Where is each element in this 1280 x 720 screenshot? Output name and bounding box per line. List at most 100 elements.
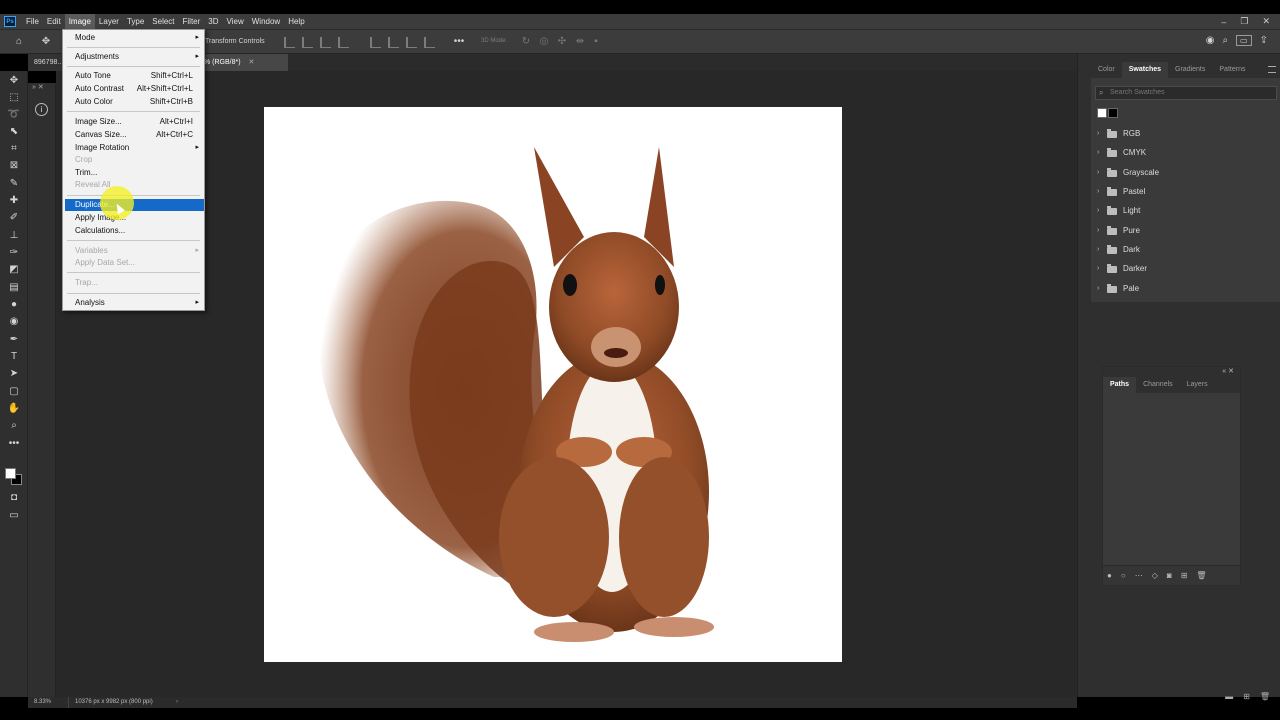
distribute-middle-icon[interactable]	[388, 37, 399, 48]
fill-path-icon[interactable]: ●	[1107, 571, 1112, 580]
trash-icon[interactable]: 🗑	[1260, 692, 1270, 701]
align-right-icon[interactable]	[320, 37, 331, 48]
align-left-icon[interactable]	[284, 37, 295, 48]
menu-file[interactable]: File	[22, 14, 43, 29]
recent-swatch-black[interactable]	[1108, 108, 1118, 118]
minimize-icon[interactable]: –	[1221, 17, 1226, 27]
info-icon[interactable]: i	[35, 103, 48, 116]
document-canvas[interactable]	[264, 107, 842, 662]
frame-icon[interactable]: ⊠	[7, 159, 21, 173]
close-icon[interactable]: ✕	[1262, 16, 1270, 27]
menu-help[interactable]: Help	[284, 14, 308, 29]
menu-filter[interactable]: Filter	[179, 14, 205, 29]
dodge-icon[interactable]: ◉	[7, 315, 21, 329]
home-icon[interactable]: ⌂	[13, 36, 25, 48]
distribute-top-icon[interactable]	[370, 37, 381, 48]
tab-swatches[interactable]: Swatches	[1121, 62, 1169, 78]
recent-swatch-white[interactable]	[1097, 108, 1107, 118]
menu-window[interactable]: Window	[248, 14, 284, 29]
panel-menu-icon[interactable]	[1268, 66, 1276, 73]
tab-channels[interactable]: Channels	[1136, 377, 1180, 393]
menu-item-calculations[interactable]: Calculations...	[63, 225, 204, 237]
tab-close-icon[interactable]: ✕	[249, 59, 255, 66]
menu-item-auto-color[interactable]: Auto Color Shift+Ctrl+B	[63, 96, 204, 108]
menu-3d[interactable]: 3D	[204, 14, 222, 29]
swatch-folder-cmyk[interactable]: › CMYK	[1097, 146, 1146, 160]
menu-item-trim[interactable]: Trim...	[63, 167, 204, 179]
menu-item-adjustments[interactable]: Adjustments ▸	[63, 51, 204, 63]
foreground-color-swatch[interactable]	[5, 468, 16, 479]
menu-item-image-size[interactable]: Image Size... Alt+Ctrl+I	[63, 116, 204, 128]
type-icon[interactable]: T	[7, 350, 21, 364]
load-selection-icon[interactable]: ⋯	[1135, 571, 1143, 580]
3d-camera-icon[interactable]: ▪	[590, 36, 602, 48]
more-options-icon[interactable]: •••	[453, 36, 465, 48]
menu-item-auto-tone[interactable]: Auto Tone Shift+Ctrl+L	[63, 70, 204, 82]
align-center-h-icon[interactable]	[302, 37, 313, 48]
transform-controls-label[interactable]: Transform Controls	[205, 38, 265, 45]
quick-mask-icon[interactable]: ◘	[7, 491, 21, 505]
pen-icon[interactable]: ✒	[7, 333, 21, 347]
brush-icon[interactable]: ✐	[7, 211, 21, 225]
menu-edit[interactable]: Edit	[43, 14, 65, 29]
menu-item-duplicate[interactable]: Duplicate...	[65, 199, 204, 211]
menu-layer[interactable]: Layer	[95, 14, 123, 29]
healing-icon[interactable]: ✚	[7, 194, 21, 208]
crop-icon[interactable]: ⌗	[7, 142, 21, 156]
new-icon[interactable]: ⊞	[1243, 692, 1250, 701]
menu-item-auto-contrast[interactable]: Auto Contrast Alt+Shift+Ctrl+L	[63, 83, 204, 95]
blur-icon[interactable]: ●	[7, 298, 21, 312]
3d-rotate-icon[interactable]: ↻	[520, 36, 532, 48]
delete-path-icon[interactable]: 🗑	[1196, 571, 1206, 580]
zoom-level[interactable]: 8.33%	[34, 697, 51, 708]
3d-slide-icon[interactable]: ⇹	[574, 36, 586, 48]
tab-gradients[interactable]: Gradients	[1168, 62, 1212, 78]
menu-item-image-rotation[interactable]: Image Rotation ▸	[63, 142, 204, 154]
swatch-folder-light[interactable]: › Light	[1097, 204, 1140, 218]
menu-item-mode[interactable]: Mode ▸	[63, 32, 204, 44]
screen-mode-icon[interactable]: ▭	[7, 509, 21, 523]
restore-icon[interactable]: ❐	[1240, 16, 1248, 27]
swatch-folder-rgb[interactable]: › RGB	[1097, 127, 1140, 141]
search-icon[interactable]: ⌕	[1222, 35, 1228, 46]
edit-toolbar-icon[interactable]: •••	[7, 437, 21, 451]
menu-image[interactable]: Image	[64, 14, 95, 29]
swatch-folder-darker[interactable]: › Darker	[1097, 262, 1147, 276]
workspace-icon[interactable]: ▭	[1236, 35, 1252, 46]
tab-patterns[interactable]: Patterns	[1212, 62, 1252, 78]
paths-panel-collapse-icon[interactable]: « ✕	[1103, 367, 1240, 377]
document-tab-2[interactable]: % (RGB/8*) ✕	[198, 54, 288, 71]
rectangle-icon[interactable]: ▢	[7, 385, 21, 399]
add-mask-icon[interactable]: ◙	[1167, 571, 1172, 580]
lasso-icon[interactable]: ➰	[7, 108, 21, 122]
swatch-folder-dark[interactable]: › Dark	[1097, 243, 1140, 257]
tab-paths[interactable]: Paths	[1103, 377, 1137, 393]
menu-item-canvas-size[interactable]: Canvas Size... Alt+Ctrl+C	[63, 129, 204, 141]
collapse-toggle-icon[interactable]: » ✕	[28, 83, 56, 93]
share-icon[interactable]: ⇪	[1260, 35, 1268, 46]
account-icon[interactable]: ◉	[1206, 35, 1215, 46]
menu-type[interactable]: Type	[123, 14, 148, 29]
hand-icon[interactable]: ✋	[7, 402, 21, 416]
swatch-folder-pale[interactable]: › Pale	[1097, 282, 1139, 296]
marquee-icon[interactable]: ⬚	[7, 91, 21, 105]
eraser-icon[interactable]: ◩	[7, 263, 21, 277]
gradient-icon[interactable]: ▤	[7, 281, 21, 295]
folder-icon[interactable]: ▬	[1225, 692, 1233, 701]
tab-layers[interactable]: Layers	[1180, 377, 1215, 393]
swatch-folder-grayscale[interactable]: › Grayscale	[1097, 166, 1159, 180]
swatch-folder-pastel[interactable]: › Pastel	[1097, 185, 1145, 199]
move-icon[interactable]: ✥	[7, 74, 21, 88]
eyedropper-icon[interactable]: ✎	[7, 177, 21, 191]
menu-select[interactable]: Select	[148, 14, 178, 29]
3d-roll-icon[interactable]: ◎	[538, 36, 550, 48]
distribute-bottom-icon[interactable]	[406, 37, 417, 48]
new-path-icon[interactable]: ⊞	[1181, 571, 1188, 580]
make-work-path-icon[interactable]: ◇	[1152, 571, 1158, 580]
menu-view[interactable]: View	[223, 14, 248, 29]
align-top-icon[interactable]	[338, 37, 349, 48]
stamp-icon[interactable]: ⊥	[7, 229, 21, 243]
3d-drag-icon[interactable]: ✣	[556, 36, 568, 48]
stroke-path-icon[interactable]: ○	[1121, 571, 1126, 580]
zoom-icon[interactable]: ⌕	[7, 419, 21, 433]
